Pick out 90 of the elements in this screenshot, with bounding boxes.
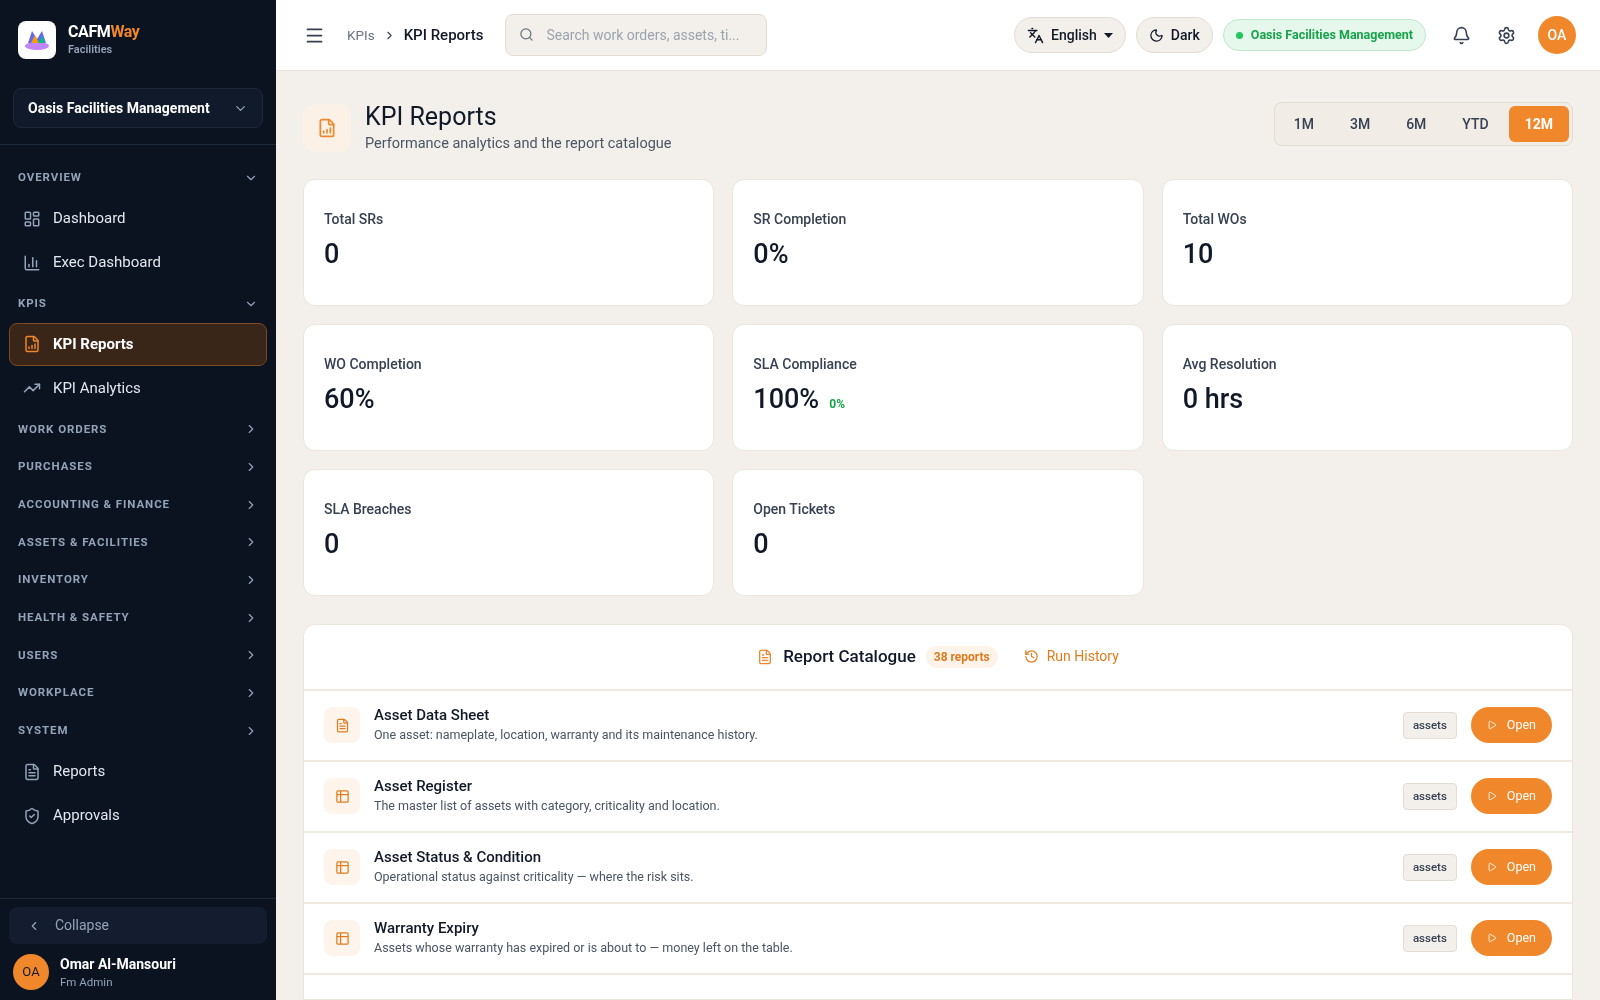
kpi-label: SLA Breaches <box>324 499 413 519</box>
report-count-badge: 38 reports <box>925 645 998 668</box>
kpi-label: SR Completion <box>753 209 848 229</box>
logo-icon <box>18 21 56 59</box>
period-tab[interactable]: YTD <box>1446 106 1505 142</box>
history-icon <box>1023 649 1039 665</box>
report-description: One asset: nameplate, location, warranty and its maintenance history. <box>374 726 759 745</box>
organization-selector[interactable]: Oasis Facilities Management <box>13 88 263 128</box>
kpi-value: 10 <box>1182 237 1214 270</box>
language-selector[interactable]: English <box>1014 17 1126 53</box>
play-icon <box>1486 791 1497 802</box>
kpi-value: 60% <box>324 382 375 415</box>
nav-section-header[interactable]: ACCOUNTING & FINANCE <box>9 485 267 524</box>
shield-check-icon <box>23 806 41 825</box>
kpi-value: 0 <box>324 527 340 560</box>
kpi-delta: 0% <box>829 395 845 413</box>
bell-icon <box>1452 25 1471 45</box>
settings-icon <box>1497 25 1516 45</box>
search-field[interactable]: Search work orders, assets, ti... <box>505 14 768 56</box>
nav-section-header[interactable]: OVERVIEW <box>9 159 267 197</box>
dashboard-icon <box>23 209 41 228</box>
document-icon <box>334 717 350 733</box>
report-tag: assets <box>1402 782 1457 810</box>
organization-badge: Oasis Facilities Management <box>1222 19 1426 51</box>
chart-report-icon <box>317 117 337 138</box>
nav-section-header[interactable]: PURCHASES <box>9 448 267 486</box>
nav-section-header[interactable]: USERS <box>9 636 267 675</box>
table-icon <box>334 859 350 875</box>
nav-section-header[interactable]: WORK ORDERS <box>9 410 267 449</box>
page-title: KPI Reports <box>365 101 498 133</box>
report-title: Asset Status & Condition <box>374 847 543 868</box>
nav-item[interactable]: Dashboard <box>9 196 267 241</box>
report-title: Warranty Expiry <box>374 918 480 939</box>
kpi-value: 100% <box>753 382 820 415</box>
report-title: Asset Register <box>374 776 473 797</box>
kpi-label: WO Completion <box>324 354 423 374</box>
report-description: Operational status against criticality — where the risk sits. <box>374 868 695 887</box>
page-subtitle: Performance analytics and the report catalogue <box>365 134 672 154</box>
report-tag: assets <box>1402 853 1457 881</box>
kpi-value: 0 <box>324 237 340 270</box>
nav-item[interactable]: Exec Dashboard <box>9 240 267 285</box>
report-title: Asset Data Sheet <box>374 705 491 726</box>
report-description: Assets whose warranty has expired or is about to — money left on the table. <box>374 939 794 958</box>
chart-report-icon <box>23 335 41 354</box>
search-icon <box>519 27 535 42</box>
brand-subtitle: Facilities <box>68 42 114 58</box>
document-icon <box>23 762 41 781</box>
nav-section-header[interactable]: INVENTORY <box>9 561 267 599</box>
translate-icon <box>1027 26 1045 44</box>
nav-item[interactable]: Reports <box>9 749 267 794</box>
nav-section-header[interactable]: SYSTEM <box>9 711 267 750</box>
report-tag: assets <box>1402 711 1457 739</box>
user-name: Omar Al-Mansouri <box>60 955 176 974</box>
play-icon <box>1486 862 1497 873</box>
collapse-button[interactable]: Collapse <box>9 907 267 944</box>
kpi-value: 0 <box>753 527 769 560</box>
nav-section-header[interactable]: ASSETS & FACILITIES <box>9 523 267 562</box>
theme-toggle[interactable]: Dark <box>1135 17 1213 53</box>
kpi-label: SLA Compliance <box>753 354 858 374</box>
user-avatar[interactable]: OA <box>13 954 49 990</box>
play-icon <box>1486 720 1497 731</box>
nav-section-header[interactable]: WORKPLACE <box>9 674 267 712</box>
nav-item[interactable]: KPI Analytics <box>9 366 267 411</box>
document-icon <box>757 648 774 665</box>
caret-down-icon <box>1103 32 1113 38</box>
period-tab[interactable]: 1M <box>1277 106 1330 142</box>
brand-name: CAFMWay <box>68 22 140 42</box>
period-tab[interactable]: 6M <box>1390 106 1443 142</box>
nav-item[interactable]: KPI Reports <box>9 322 267 366</box>
nav-item[interactable]: Approvals <box>9 793 267 838</box>
kpi-label: Total SRs <box>324 209 385 229</box>
breadcrumb-current: KPI Reports <box>403 24 484 46</box>
user-role: Fm Admin <box>60 974 114 990</box>
kpi-label: Open Tickets <box>753 499 837 519</box>
nav-section-header[interactable]: KPIS <box>9 284 267 323</box>
catalogue-title: Report Catalogue <box>783 645 916 668</box>
moon-icon <box>1148 27 1164 43</box>
kpi-value: 0% <box>753 237 789 270</box>
breadcrumb-link[interactable]: KPIs <box>347 24 375 46</box>
nav-section-header[interactable]: HEALTH & SAFETY <box>9 598 267 637</box>
table-icon <box>334 930 350 946</box>
bar-chart-icon <box>23 253 41 272</box>
kpi-label: Avg Resolution <box>1182 354 1278 374</box>
play-icon <box>1486 933 1497 944</box>
period-tab[interactable]: 3M <box>1333 106 1387 142</box>
kpi-label: Total WOs <box>1182 209 1248 229</box>
report-tag: assets <box>1402 924 1457 952</box>
table-icon <box>334 788 350 804</box>
kpi-value: 0 hrs <box>1182 382 1244 415</box>
report-description: The master list of assets with category, criticality and location. <box>374 797 721 816</box>
